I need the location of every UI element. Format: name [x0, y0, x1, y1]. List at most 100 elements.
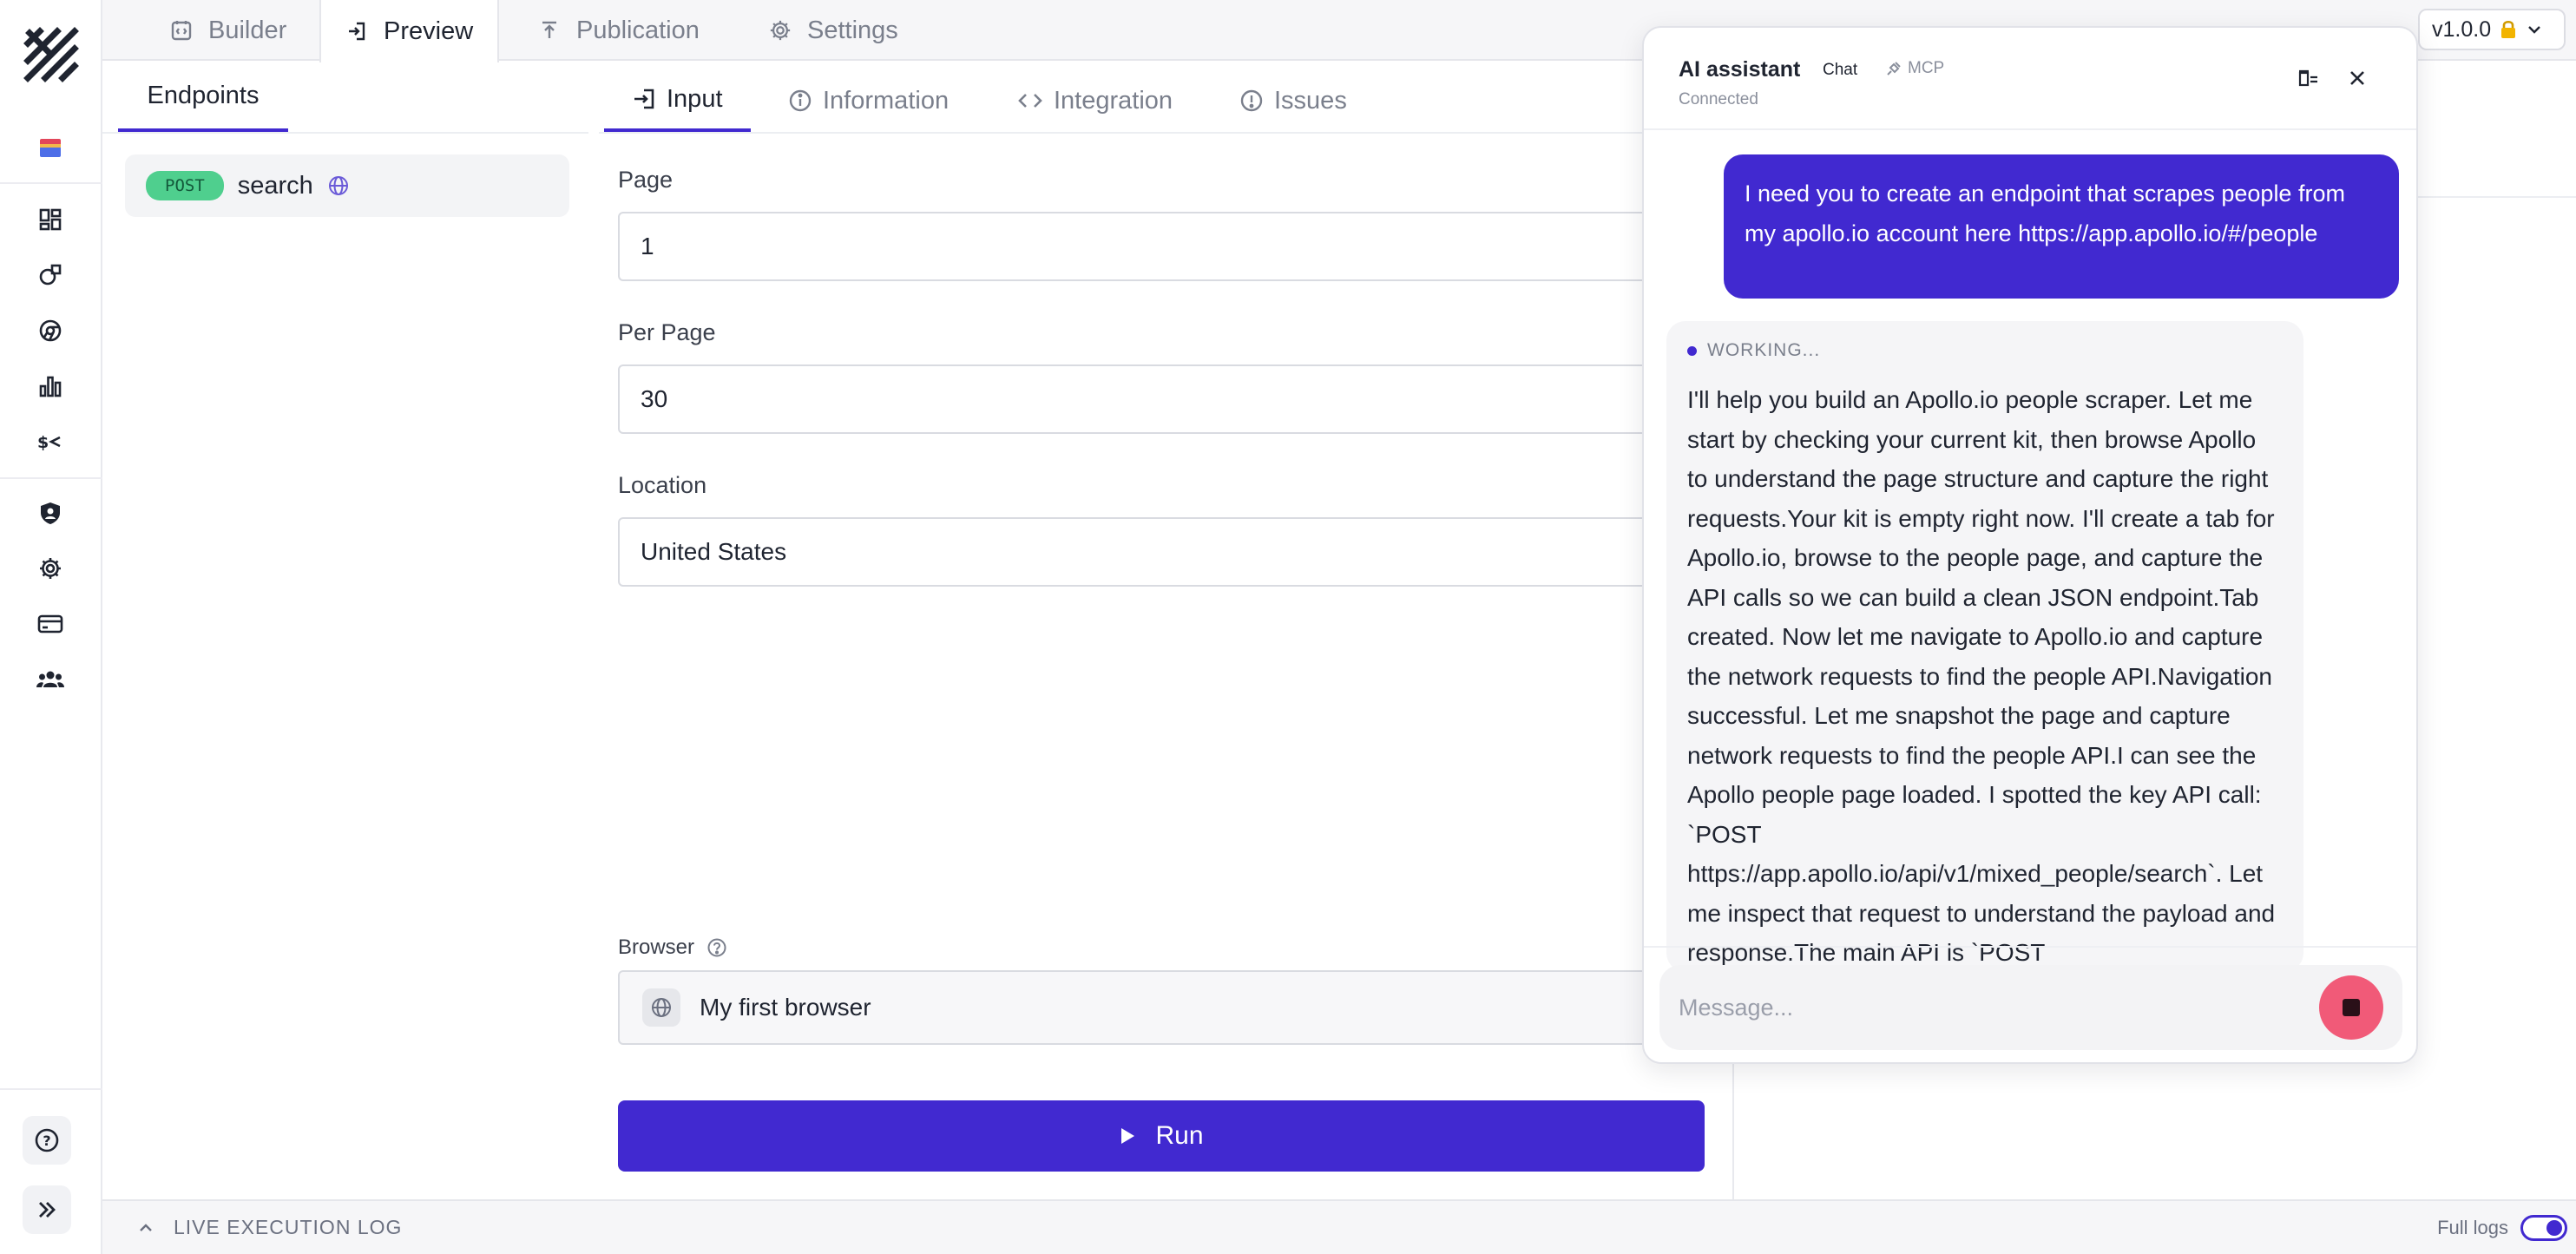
app-root: $ ? Builder Preview Publication Settings… [0, 0, 2576, 1254]
tab-issues[interactable]: Issues [1239, 69, 1347, 132]
store-icon[interactable] [32, 130, 69, 167]
shapes-icon[interactable] [32, 257, 69, 293]
browser-value: My first browser [700, 994, 871, 1021]
toggle-knob [2546, 1219, 2562, 1236]
tab-settings-label: Settings [807, 16, 898, 44]
help-icon: ? [35, 1128, 59, 1152]
tab-integration[interactable]: Integration [1017, 69, 1173, 132]
dashboard-icon[interactable] [32, 201, 69, 238]
builder-icon [171, 21, 192, 41]
tab-mcp[interactable]: MCP [1885, 59, 1944, 78]
ai-assistant-title: AI assistant [1679, 57, 1801, 82]
endpoint-item-search[interactable]: POST search [125, 154, 569, 217]
tab-issues-label: Issues [1274, 86, 1347, 115]
trash-list-icon [2298, 69, 2317, 87]
lock-icon [2501, 20, 2516, 38]
full-logs-toggle[interactable] [2520, 1214, 2567, 1241]
browser-label: Browser [618, 936, 695, 959]
stop-icon [2343, 999, 2360, 1016]
svg-text:$: $ [37, 433, 49, 452]
app-logo[interactable] [23, 26, 80, 83]
execution-log-label: LIVE EXECUTION LOG [174, 1216, 403, 1238]
publish-icon [542, 21, 556, 38]
run-button[interactable]: Run [618, 1100, 1705, 1172]
analytics-icon[interactable] [32, 368, 69, 404]
execution-log-bar[interactable]: LIVE EXECUTION LOG Full logs [102, 1199, 2576, 1254]
info-icon [789, 89, 812, 112]
endpoint-name: search [237, 171, 313, 200]
chevron-up-icon [140, 1223, 152, 1231]
connection-status: Connected [1679, 90, 1758, 108]
chrome-icon[interactable] [32, 312, 69, 349]
chevron-down-icon [2528, 26, 2540, 34]
code-icon [1018, 94, 1042, 108]
version-select[interactable]: v1.0.0 [2418, 9, 2566, 50]
endpoints-divider [102, 132, 588, 134]
stop-button[interactable] [2319, 975, 2383, 1040]
tab-endpoints-label: Endpoints [147, 81, 260, 109]
ai-assistant-header: AI assistant Chat MCP Connected [1644, 28, 2416, 130]
preview-icon [349, 22, 365, 41]
tab-builder-label: Builder [208, 16, 287, 44]
tab-preview-label: Preview [384, 16, 474, 45]
tab-builder[interactable]: Builder [146, 0, 311, 61]
full-logs-control: Full logs [2437, 1214, 2567, 1241]
full-logs-label: Full logs [2437, 1216, 2508, 1238]
left-rail: $ ? [0, 0, 102, 1254]
svg-text:?: ? [43, 1133, 50, 1149]
gear-icon[interactable] [32, 550, 69, 587]
input-icon [634, 89, 654, 109]
tab-input[interactable]: Input [604, 69, 751, 132]
tab-publication-label: Publication [576, 16, 700, 44]
tab-information[interactable]: Information [788, 69, 949, 132]
assistant-message-text: I'll help you build an Apollo.io people … [1687, 386, 2276, 966]
play-icon [1121, 1128, 1135, 1144]
execution-log-toggle[interactable]: LIVE EXECUTION LOG [137, 1216, 402, 1239]
location-input[interactable]: United States [618, 517, 1738, 587]
rail-separator [0, 182, 102, 184]
clear-chat-button[interactable] [2295, 64, 2323, 92]
tab-input-label: Input [667, 84, 723, 113]
user-message: I need you to create an endpoint that sc… [1724, 154, 2399, 299]
close-icon [2350, 71, 2364, 85]
ai-assistant-panel: AI assistant Chat MCP Connected I need y… [1642, 26, 2418, 1064]
alert-icon [1240, 89, 1263, 112]
billing-exchange-icon[interactable]: $ [32, 423, 69, 460]
help-button[interactable]: ? [23, 1116, 71, 1165]
per-page-label: Per Page [618, 319, 716, 345]
shield-user-icon[interactable] [32, 495, 69, 531]
status-dot [1687, 345, 1697, 356]
rail-separator [0, 1088, 102, 1090]
page-input[interactable]: 1 [618, 212, 1738, 281]
subtab-divider [599, 132, 1727, 134]
credit-card-icon[interactable] [32, 606, 69, 642]
tab-preview[interactable]: Preview [319, 0, 500, 62]
rail-separator [0, 477, 102, 479]
location-label: Location [618, 472, 707, 498]
per-page-input[interactable]: 30 [618, 364, 1738, 434]
tab-chat[interactable]: Chat [1823, 61, 1857, 80]
tab-mcp-label: MCP [1908, 59, 1945, 77]
working-indicator: WORKING... [1687, 340, 2283, 361]
input-divider [1644, 946, 2416, 948]
browser-label-row: Browser [618, 936, 727, 960]
close-button[interactable] [2343, 64, 2371, 92]
globe-icon [642, 988, 680, 1027]
version-label: v1.0.0 [2432, 16, 2492, 42]
team-icon[interactable] [32, 661, 69, 698]
message-placeholder: Message... [1679, 994, 1794, 1021]
tab-endpoints[interactable]: Endpoints [118, 62, 288, 132]
message-input[interactable]: Message... [1659, 965, 2402, 1050]
expand-sidebar-button[interactable] [23, 1185, 71, 1234]
assistant-message: WORKING... I'll help you build an Apollo… [1666, 321, 2303, 972]
working-label: WORKING... [1707, 340, 1821, 360]
browser-select[interactable]: My first browser [618, 970, 1738, 1045]
tab-information-label: Information [823, 86, 950, 115]
run-label: Run [1155, 1121, 1204, 1150]
page-label: Page [618, 167, 674, 193]
plug-icon [1887, 62, 1901, 76]
globe-icon [328, 176, 348, 195]
help-icon[interactable] [706, 937, 727, 958]
tab-publication[interactable]: Publication [514, 0, 724, 61]
tab-settings[interactable]: Settings [745, 0, 923, 61]
